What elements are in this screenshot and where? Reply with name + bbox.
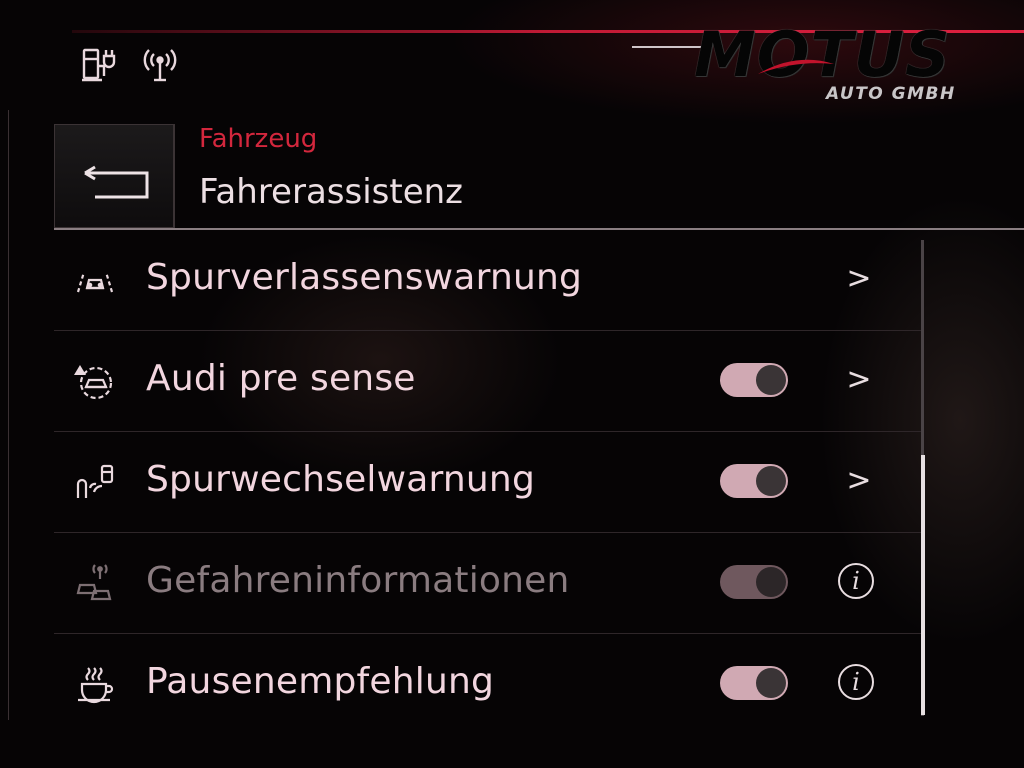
list-item-spurverlassenswarnung[interactable]: Spurverlassenswarnung >	[54, 230, 924, 331]
chevron-right-icon[interactable]: >	[844, 262, 874, 296]
coffee-break-icon	[74, 664, 116, 704]
watermark-subtitle: AUTO GMBH	[826, 84, 956, 104]
status-bar: MOTUS AUTO GMBH	[0, 0, 1024, 104]
list-item-pausenempfehlung[interactable]: Pausenempfehlung i	[54, 634, 924, 734]
back-button[interactable]	[54, 124, 174, 228]
pre-sense-icon	[74, 361, 116, 401]
page-header: Fahrzeug Fahrerassistenz	[54, 110, 1024, 230]
lane-departure-icon	[74, 260, 116, 300]
chevron-right-icon[interactable]: >	[844, 464, 874, 498]
scrollbar-thumb[interactable]	[921, 455, 925, 715]
info-icon[interactable]: i	[838, 664, 874, 700]
toggle-switch[interactable]	[720, 464, 788, 498]
list-item-label: Pausenempfehlung	[146, 661, 495, 702]
breadcrumb[interactable]: Fahrzeug	[199, 124, 317, 154]
list-item-gefahreninformationen[interactable]: Gefahreninformationen i	[54, 533, 924, 634]
header-separator	[174, 124, 175, 228]
connectivity-antenna-icon	[140, 44, 180, 84]
watermark-swoosh	[758, 59, 834, 74]
toggle-knob	[756, 668, 786, 698]
status-indicator-line	[632, 46, 702, 48]
page-title: Fahrerassistenz	[199, 172, 464, 212]
toggle-knob	[756, 466, 786, 496]
list-item-label: Spurverlassenswarnung	[146, 257, 583, 298]
hazard-info-icon	[74, 563, 116, 603]
toggle-switch[interactable]	[720, 363, 788, 397]
list-item-label: Audi pre sense	[146, 358, 416, 399]
fuel-charge-icon	[80, 44, 120, 84]
list-item-label: Gefahreninformationen	[146, 560, 570, 601]
chevron-right-icon[interactable]: >	[844, 363, 874, 397]
settings-list: Spurverlassenswarnung > Audi pre sense >…	[54, 230, 924, 734]
left-bezel	[0, 110, 9, 720]
toggle-knob	[756, 365, 786, 395]
list-item-audi-pre-sense[interactable]: Audi pre sense >	[54, 331, 924, 432]
toggle-knob	[756, 567, 786, 597]
back-arrow-icon	[84, 165, 149, 199]
list-item-label: Spurwechselwarnung	[146, 459, 536, 500]
info-icon[interactable]: i	[838, 563, 874, 599]
watermark-brand: MOTUS	[694, 18, 951, 91]
lane-change-icon	[74, 462, 116, 502]
list-item-spurwechselwarnung[interactable]: Spurwechselwarnung >	[54, 432, 924, 533]
toggle-switch[interactable]	[720, 666, 788, 700]
watermark-logo: MOTUS AUTO GMBH	[694, 22, 1024, 112]
toggle-switch[interactable]	[720, 565, 788, 599]
